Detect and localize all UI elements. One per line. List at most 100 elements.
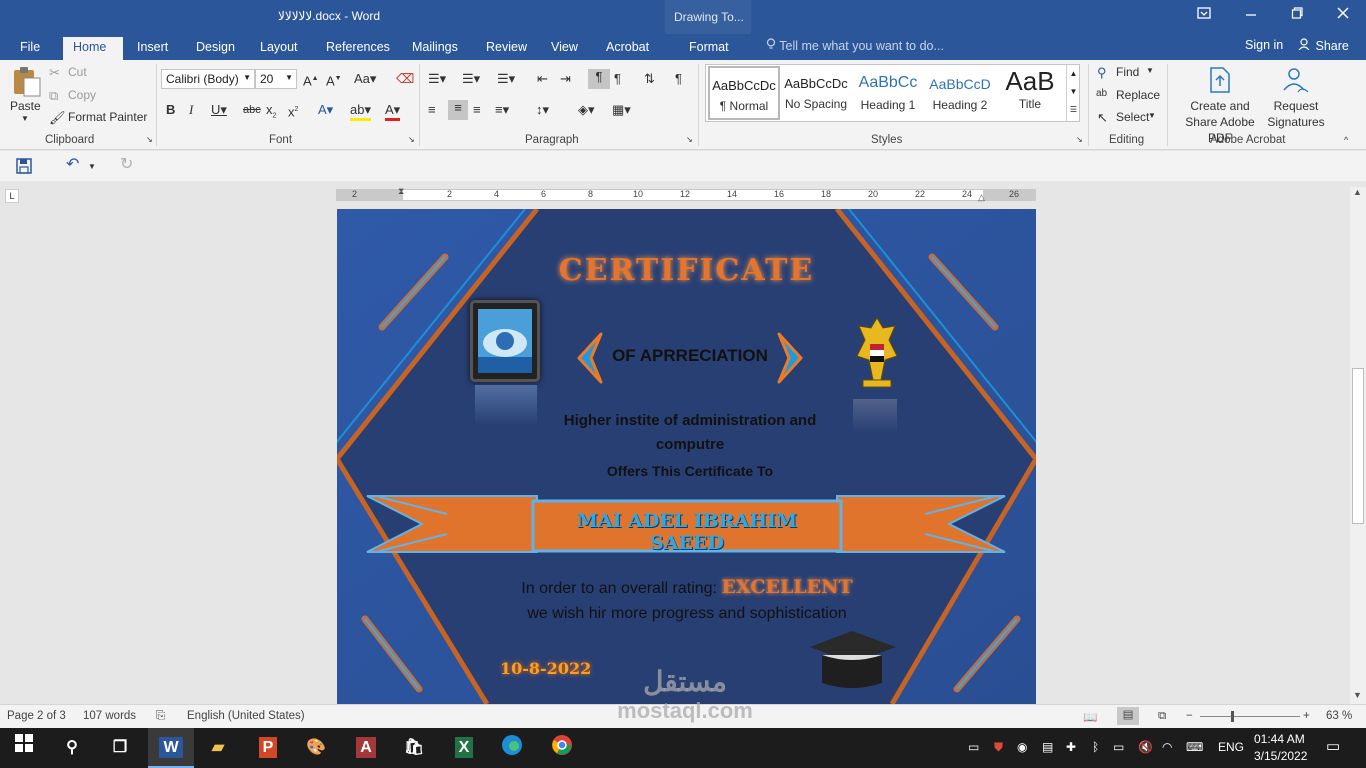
- wifi-icon[interactable]: ◠: [1162, 740, 1172, 754]
- tab-review[interactable]: Review: [476, 37, 537, 60]
- maximize-button[interactable]: [1286, 6, 1308, 26]
- sort-icon[interactable]: ⇅: [644, 71, 655, 87]
- scroll-up-icon[interactable]: ▲: [1353, 187, 1362, 197]
- request-signature-icon[interactable]: [1280, 66, 1310, 96]
- style-no-spacing[interactable]: AaBbCcDc No Spacing: [780, 66, 852, 120]
- sign-in-link[interactable]: Sign in: [1245, 38, 1283, 52]
- highlight-icon[interactable]: ab▾: [350, 102, 371, 121]
- line-spacing-icon[interactable]: ↕▾: [536, 102, 549, 118]
- superscript-icon[interactable]: x2: [288, 102, 298, 120]
- zoom-in-icon[interactable]: +: [1303, 710, 1310, 722]
- redo-icon[interactable]: ↻: [120, 157, 133, 173]
- underline-icon[interactable]: U▾: [211, 102, 227, 118]
- vertical-scrollbar[interactable]: ▲ ▼: [1350, 187, 1366, 704]
- multilevel-list-icon[interactable]: ☰▾: [497, 71, 515, 87]
- read-mode-icon[interactable]: 📖: [1083, 710, 1097, 724]
- tell-me-search[interactable]: Tell me what you want to do...: [766, 38, 944, 53]
- task-view-icon[interactable]: ❐: [106, 734, 134, 762]
- align-center-icon[interactable]: ≡: [448, 100, 468, 120]
- show-formatting-marks-icon[interactable]: ¶: [675, 71, 682, 87]
- right-indent-marker-icon[interactable]: △: [978, 192, 985, 203]
- align-right-icon[interactable]: ≡: [473, 102, 481, 118]
- ribbon-display-options-icon[interactable]: [1193, 6, 1215, 26]
- format-painter-button[interactable]: Format Painter: [68, 110, 147, 124]
- word-count[interactable]: 107 words: [83, 710, 136, 722]
- language-status[interactable]: English (United States): [187, 710, 305, 722]
- web-layout-icon[interactable]: ⧉: [1158, 710, 1166, 723]
- battery-icon[interactable]: ▭: [1113, 740, 1124, 754]
- tab-insert[interactable]: Insert: [127, 37, 178, 60]
- tray-security-icon[interactable]: ⛊: [994, 740, 1003, 755]
- increase-indent-icon[interactable]: ⇥: [560, 71, 571, 87]
- tab-home[interactable]: Home: [63, 37, 123, 60]
- zoom-slider-thumb[interactable]: [1231, 711, 1234, 722]
- font-size-select[interactable]: 20 ▼: [255, 69, 297, 89]
- style-normal[interactable]: AaBbCcDc ¶ Normal: [708, 66, 780, 120]
- scroll-thumb[interactable]: [1352, 368, 1364, 524]
- tab-layout[interactable]: Layout: [250, 37, 308, 60]
- shrink-font-icon[interactable]: A▼: [326, 71, 342, 89]
- find-button[interactable]: Find: [1116, 65, 1139, 79]
- select-button[interactable]: Select: [1116, 110, 1149, 124]
- print-layout-icon[interactable]: ▤: [1117, 707, 1139, 725]
- request-signatures-button[interactable]: Request Signatures: [1264, 98, 1328, 130]
- store-app-icon[interactable]: 🛍: [400, 734, 428, 762]
- paste-dropdown-icon[interactable]: ▼: [21, 114, 29, 123]
- copy-button[interactable]: Copy: [68, 88, 96, 102]
- paint-app-icon[interactable]: 🎨: [302, 734, 330, 762]
- undo-icon[interactable]: ↶: [66, 157, 79, 173]
- borders-icon[interactable]: ▦▾: [612, 102, 631, 118]
- file-explorer-icon[interactable]: ▰: [204, 734, 232, 762]
- align-left-icon[interactable]: ≡: [428, 102, 436, 118]
- tray-app-icon[interactable]: ▤: [1042, 740, 1053, 754]
- strikethrough-icon[interactable]: abc: [243, 102, 261, 118]
- tray-app-icon[interactable]: ▭: [968, 740, 979, 754]
- clock-date[interactable]: 3/15/2022: [1254, 749, 1307, 763]
- document-page[interactable]: CERTIFICATE OF APRRECIATION Higher insti…: [337, 209, 1036, 704]
- style-title[interactable]: AaB Title: [994, 66, 1066, 120]
- create-pdf-icon[interactable]: [1206, 66, 1234, 96]
- tray-app-icon[interactable]: ✚: [1066, 740, 1076, 754]
- indent-marker-icon[interactable]: ⧗: [398, 186, 404, 197]
- edge-browser-icon[interactable]: [498, 734, 526, 762]
- replace-button[interactable]: Replace: [1116, 88, 1160, 102]
- scroll-down-icon[interactable]: ▼: [1353, 690, 1362, 700]
- shading-icon[interactable]: ◈▾: [578, 102, 595, 118]
- clock-time[interactable]: 01:44 AM: [1254, 732, 1305, 746]
- tab-view[interactable]: View: [541, 37, 588, 60]
- access-app-icon[interactable]: A: [352, 734, 380, 762]
- minimize-button[interactable]: [1240, 6, 1262, 26]
- font-family-select[interactable]: Calibri (Body) ▼: [161, 69, 255, 89]
- change-case-icon[interactable]: Aa▾: [354, 71, 376, 87]
- tab-format[interactable]: Format: [679, 37, 739, 60]
- excel-app-icon[interactable]: X: [450, 734, 478, 762]
- style-heading-2[interactable]: AaBbCcD Heading 2: [924, 66, 996, 120]
- proofing-icon[interactable]: ⎘: [156, 710, 165, 723]
- powerpoint-app-icon[interactable]: P: [254, 734, 282, 762]
- cut-button[interactable]: Cut: [68, 65, 87, 79]
- chevron-down-icon[interactable]: ▼: [1146, 66, 1154, 75]
- tab-design[interactable]: Design: [186, 37, 245, 60]
- horizontal-ruler[interactable]: 2 2 4 6 8 10 12 14 16 18 20 22 24 26 ⧗ △: [336, 186, 1036, 203]
- bullets-icon[interactable]: ☰▾: [428, 71, 446, 87]
- zoom-slider[interactable]: [1200, 711, 1300, 722]
- subscript-icon[interactable]: x2: [266, 102, 276, 125]
- styles-scroll[interactable]: ▲ ▼ ☰: [1066, 65, 1080, 121]
- clear-formatting-icon[interactable]: ⌫: [396, 71, 414, 87]
- word-app-icon[interactable]: W: [148, 728, 194, 768]
- notifications-icon[interactable]: ▭: [1326, 737, 1340, 755]
- zoom-level[interactable]: 63 %: [1326, 710, 1352, 722]
- search-icon[interactable]: ⚲: [58, 734, 86, 762]
- paste-button[interactable]: Paste: [10, 99, 41, 113]
- windows-start-icon[interactable]: [10, 734, 38, 762]
- tab-acrobat[interactable]: Acrobat: [596, 37, 659, 60]
- justify-icon[interactable]: ≡▾: [495, 102, 509, 118]
- grow-font-icon[interactable]: A▲: [303, 71, 319, 89]
- zoom-out-icon[interactable]: −: [1186, 710, 1193, 722]
- share-button[interactable]: Share: [1298, 38, 1349, 53]
- paste-icon[interactable]: [10, 64, 42, 100]
- rtl-direction-icon[interactable]: ¶: [614, 71, 621, 87]
- collapse-ribbon-icon[interactable]: ^: [1344, 135, 1348, 145]
- tray-app-icon[interactable]: ◉: [1017, 740, 1027, 754]
- font-launcher-icon[interactable]: ↘: [408, 135, 415, 144]
